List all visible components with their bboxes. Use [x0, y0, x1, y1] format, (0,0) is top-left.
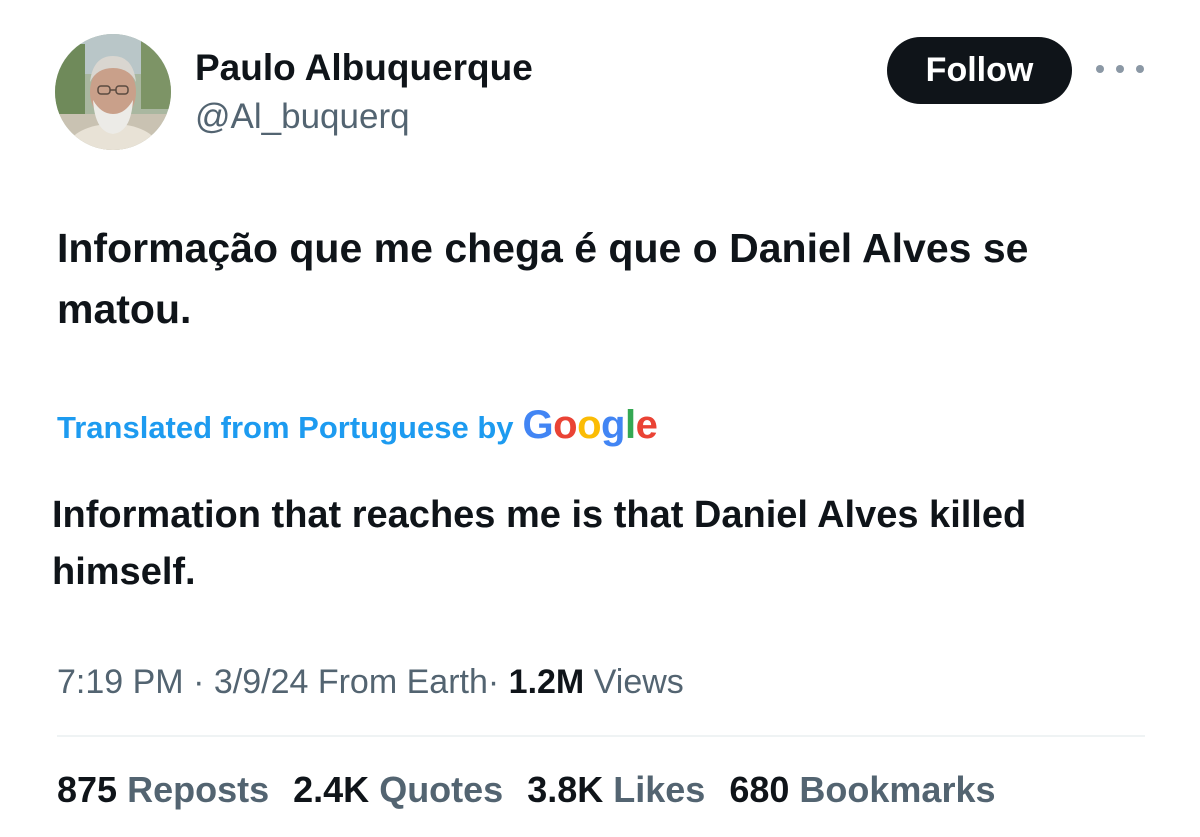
avatar[interactable] [55, 34, 171, 150]
translation-attribution: Translated from Portuguese by Google [57, 402, 658, 452]
translated-from-link[interactable]: Translated from Portuguese by [57, 410, 514, 446]
author-handle[interactable]: @Al_buquerq [195, 95, 410, 139]
views-count: 1.2M [508, 663, 585, 701]
stat-count: 2.4K [293, 769, 370, 810]
stat-label: Likes [613, 769, 706, 810]
divider [57, 735, 1145, 737]
google-logo: Google [522, 402, 658, 447]
more-dot [1116, 65, 1124, 73]
avatar-photo [55, 34, 171, 150]
engagement-stats: 875 Reposts 2.4K Quotes 3.8K Likes 680 B… [57, 762, 996, 818]
stat-quotes[interactable]: 2.4K Quotes [293, 769, 503, 811]
stat-label: Reposts [127, 769, 270, 810]
tweet-time[interactable]: 7:19 PM [57, 663, 184, 701]
more-dot [1096, 65, 1104, 73]
stat-bookmarks[interactable]: 680 Bookmarks [729, 769, 995, 811]
meta-separator: · [487, 663, 500, 701]
stat-reposts[interactable]: 875 Reposts [57, 769, 269, 811]
stat-count: 3.8K [527, 769, 604, 810]
views-label: Views [593, 663, 684, 701]
meta-separator: · [193, 663, 205, 701]
stat-count: 875 [57, 769, 118, 810]
follow-button[interactable]: Follow [887, 37, 1072, 104]
tweet-source: From Earth [317, 663, 488, 701]
translated-text: Information that reaches me is that Dani… [52, 494, 1027, 593]
author-display-name[interactable]: Paulo Albuquerque [195, 46, 533, 90]
stat-label: Bookmarks [799, 769, 996, 810]
more-horizontal-icon[interactable] [1096, 54, 1144, 84]
tweet-date[interactable]: 3/9/24 [214, 663, 309, 701]
more-dot [1136, 65, 1144, 73]
tweet-meta: 7:19 PM · 3/9/24 From Earth· 1.2M Views [57, 657, 684, 707]
stat-label: Quotes [379, 769, 504, 810]
tweet-text: Informação que me chega é que o Daniel A… [57, 225, 1029, 332]
stat-count: 680 [729, 769, 790, 810]
stat-likes[interactable]: 3.8K Likes [527, 769, 705, 811]
